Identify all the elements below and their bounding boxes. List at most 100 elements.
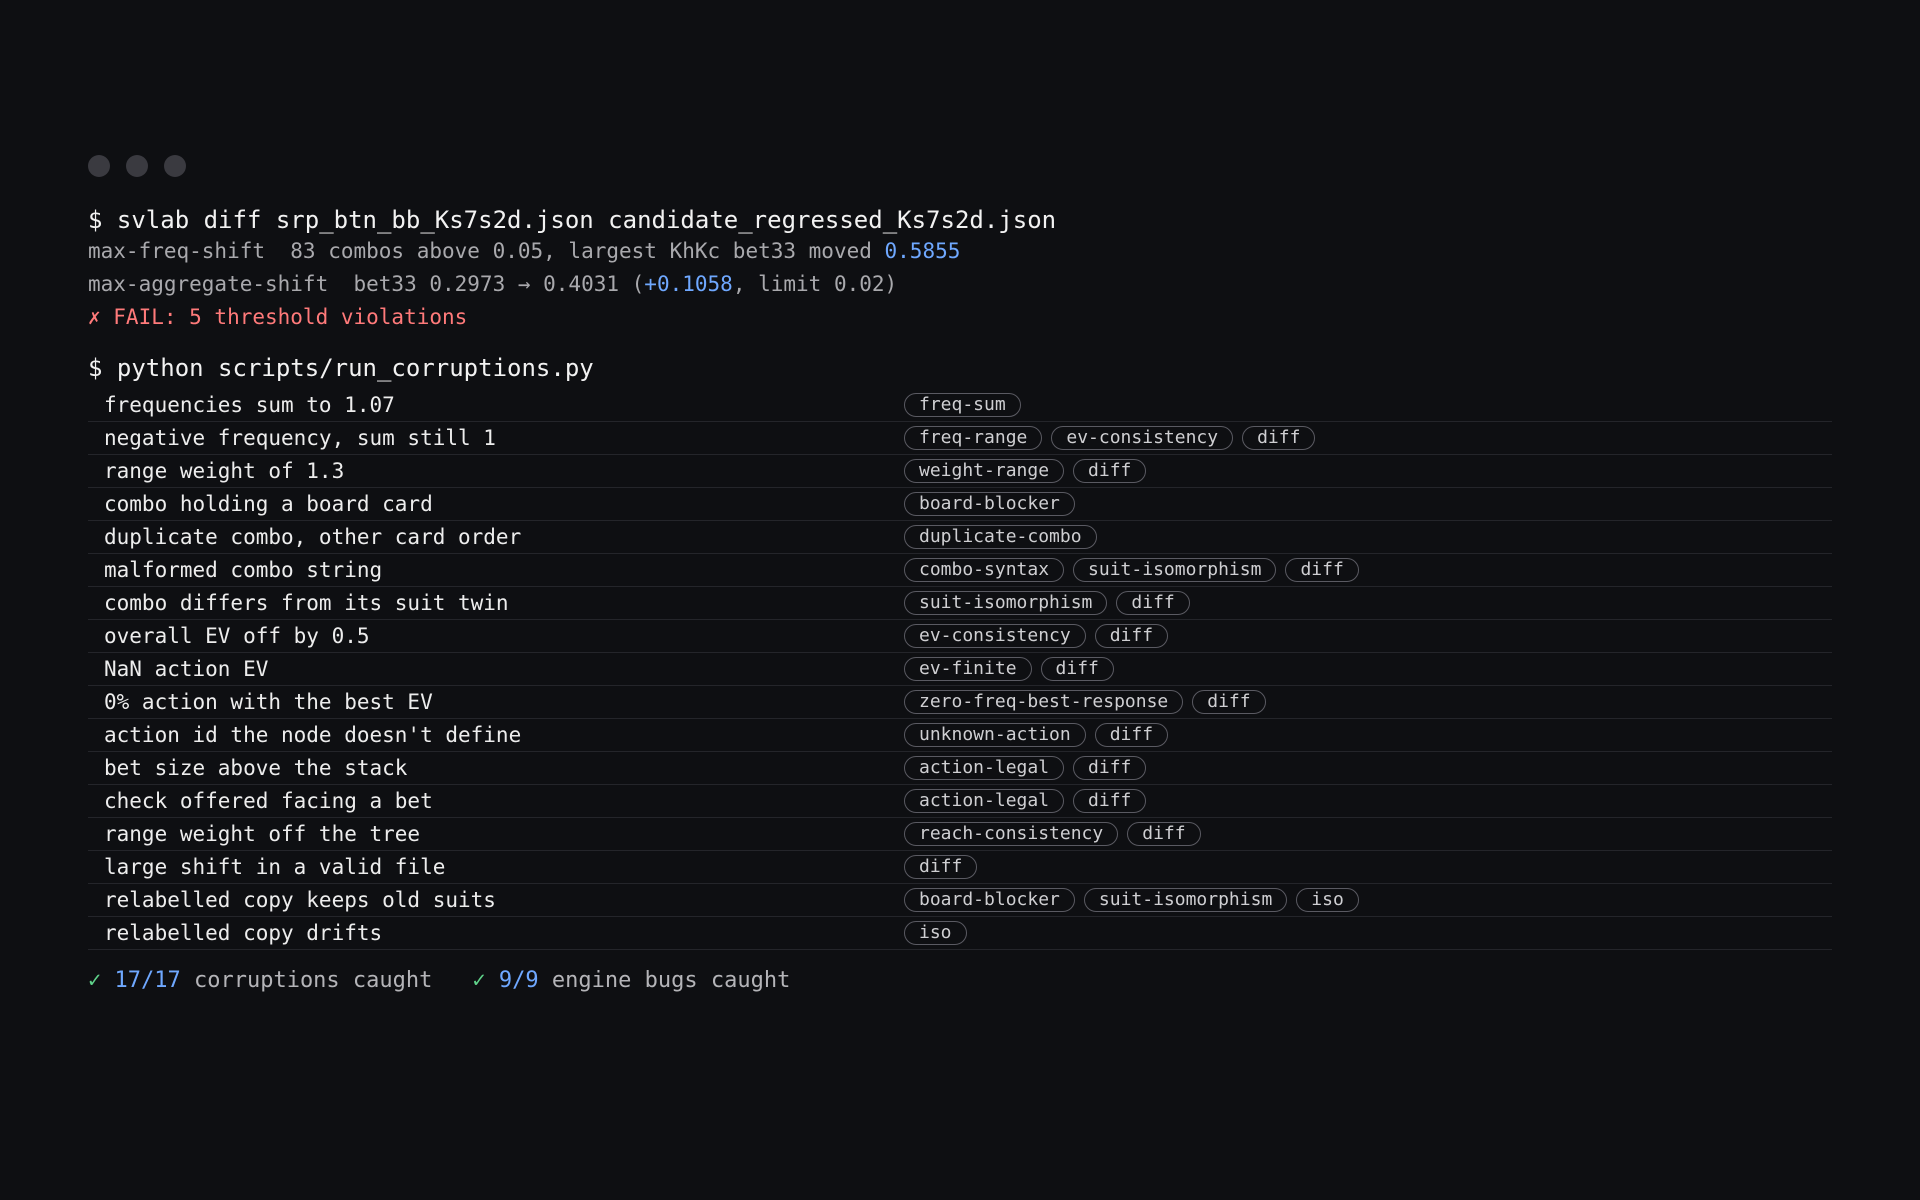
check-tag: diff	[1094, 723, 1169, 747]
row-tags: freq-sum	[904, 393, 1021, 417]
close-dot-icon[interactable]	[88, 155, 110, 177]
window-controls	[88, 155, 1832, 177]
diff-command: $ svlab diff srp_btn_bb_Ks7s2d.json cand…	[88, 206, 1057, 234]
table-row: check offered facing a bet action-legal di…	[88, 785, 1832, 818]
row-tags: ev-consistency diff	[904, 624, 1169, 648]
table-row: combo differs from its suit twin suit-iso…	[88, 587, 1832, 620]
row-label: combo holding a board card	[104, 492, 433, 516]
table-row: duplicate combo, other card order duplica…	[88, 521, 1832, 554]
row-tags: unknown-action diff	[904, 723, 1169, 747]
row-tags: board-blocker suit-isomorphism iso	[904, 888, 1359, 912]
check-tag: ev-consistency	[904, 624, 1086, 648]
row-label: action id the node doesn't define	[104, 723, 522, 747]
max-aggregate-shift-suffix: , limit 0.02)	[732, 272, 898, 296]
row-label: frequencies sum to 1.07	[104, 393, 395, 417]
check-tag: freq-range	[904, 426, 1043, 450]
table-row: relabelled copy keeps old suits board-blo…	[88, 884, 1832, 917]
check-tag: action-legal	[904, 789, 1065, 813]
check-tag: action-legal	[904, 756, 1065, 780]
row-label: large shift in a valid file	[104, 855, 446, 879]
row-label: range weight of 1.3	[104, 459, 345, 483]
table-row: range weight of 1.3 weight-range diff	[88, 455, 1832, 488]
engine-bugs-count: 9/9	[498, 968, 539, 993]
check-tag: reach-consistency	[904, 822, 1119, 846]
check-tag: suit-isomorphism	[1073, 558, 1277, 582]
row-tags: combo-syntax suit-isomorphism diff	[904, 558, 1359, 582]
row-label: NaN action EV	[104, 657, 269, 681]
row-label: malformed combo string	[104, 558, 383, 582]
table-row: bet size above the stack action-legal diff	[88, 752, 1832, 785]
table-row: malformed combo string combo-syntax suit-i…	[88, 554, 1832, 587]
check-tag: diff	[1285, 558, 1359, 582]
check-tag: diff	[1116, 591, 1190, 615]
row-label: range weight off the tree	[104, 822, 421, 846]
maximize-dot-icon[interactable]	[164, 155, 186, 177]
check-tag: iso	[1296, 888, 1359, 912]
corruptions-table: frequencies sum to 1.07 freq-sum negative …	[88, 389, 1832, 950]
row-tags: iso	[904, 921, 967, 945]
fail-message: ✗ FAIL: 5 threshold violations	[88, 305, 468, 329]
table-row: relabelled copy drifts iso	[88, 917, 1832, 950]
table-row: range weight off the tree reach-consisten…	[88, 818, 1832, 851]
row-tags: action-legal diff	[904, 756, 1147, 780]
max-aggregate-shift-value: +0.1058	[644, 272, 733, 296]
max-freq-shift-line: max-freq-shift 83 combos above 0.05, lar…	[88, 235, 1832, 268]
row-label: duplicate combo, other card order	[104, 525, 522, 549]
minimize-dot-icon[interactable]	[126, 155, 148, 177]
check-tag: diff	[1073, 789, 1147, 813]
check-tag: ev-finite	[904, 657, 1032, 681]
row-tags: diff	[904, 855, 978, 879]
row-label: 0% action with the best EV	[104, 690, 433, 714]
max-freq-shift-text: max-freq-shift 83 combos above 0.05, lar…	[88, 239, 885, 263]
row-tags: suit-isomorphism diff	[904, 591, 1190, 615]
check-tag: board-blocker	[904, 888, 1075, 912]
check-tag: suit-isomorphism	[1083, 888, 1288, 912]
corruptions-command: $ python scripts/run_corruptions.py	[88, 354, 594, 382]
check-tag: zero-freq-best-response	[904, 690, 1184, 714]
row-label: negative frequency, sum still 1	[104, 426, 496, 450]
check-tag: iso	[904, 921, 967, 945]
terminal-window: $ svlab diff srp_btn_bb_Ks7s2d.json cand…	[88, 155, 1832, 996]
row-tags: weight-range diff	[904, 459, 1147, 483]
check-tag: diff	[1127, 822, 1201, 846]
check-tag: diff	[1040, 657, 1114, 681]
check-tag: diff	[904, 855, 978, 879]
table-row: 0% action with the best EV zero-freq-best…	[88, 686, 1832, 719]
check-tag: duplicate-combo	[904, 525, 1097, 549]
check-tag: combo-syntax	[904, 558, 1065, 582]
row-tags: ev-finite diff	[904, 657, 1114, 681]
row-tags: board-blocker	[904, 492, 1075, 516]
row-label: relabelled copy drifts	[104, 921, 383, 945]
engine-bugs-caught-text: engine bugs caught	[538, 968, 791, 993]
max-freq-shift-value: 0.5855	[884, 239, 961, 263]
row-tags: reach-consistency diff	[904, 822, 1201, 846]
check-tag: diff	[1073, 756, 1147, 780]
corruptions-caught-text: corruptions caught	[180, 968, 433, 993]
row-label: bet size above the stack	[104, 756, 408, 780]
max-aggregate-shift-line: max-aggregate-shift bet33 0.2973 → 0.403…	[88, 268, 1832, 301]
row-tags: freq-range ev-consistency diff	[904, 426, 1316, 450]
check-tag: freq-sum	[904, 393, 1021, 417]
summary-line: ✓ 17/17 corruptions caught ✓ 9/9 engine b…	[88, 966, 1832, 996]
table-row: action id the node doesn't define unknown…	[88, 719, 1832, 752]
max-aggregate-shift-text: max-aggregate-shift bet33 0.2973 → 0.403…	[88, 272, 645, 296]
check-tag: diff	[1192, 690, 1266, 714]
check-tag: suit-isomorphism	[904, 591, 1108, 615]
table-row: NaN action EV ev-finite diff	[88, 653, 1832, 686]
check-tag: board-blocker	[904, 492, 1075, 516]
check-tag: diff	[1073, 459, 1147, 483]
check-icon: ✓	[88, 968, 102, 993]
check-tag: unknown-action	[904, 723, 1086, 747]
row-tags: duplicate-combo	[904, 525, 1097, 549]
corruptions-count: 17/17	[114, 968, 181, 993]
check-tag: weight-range	[904, 459, 1065, 483]
table-row: frequencies sum to 1.07 freq-sum	[88, 389, 1832, 422]
row-label: check offered facing a bet	[104, 789, 433, 813]
row-label: combo differs from its suit twin	[104, 591, 509, 615]
check-tag: diff	[1094, 624, 1169, 648]
corruptions-command-block: $ python scripts/run_corruptions.py freq…	[88, 353, 1832, 950]
table-row: overall EV off by 0.5 ev-consistency diff	[88, 620, 1832, 653]
row-tags: action-legal diff	[904, 789, 1147, 813]
check-tag: ev-consistency	[1051, 426, 1234, 450]
row-tags: zero-freq-best-response diff	[904, 690, 1266, 714]
